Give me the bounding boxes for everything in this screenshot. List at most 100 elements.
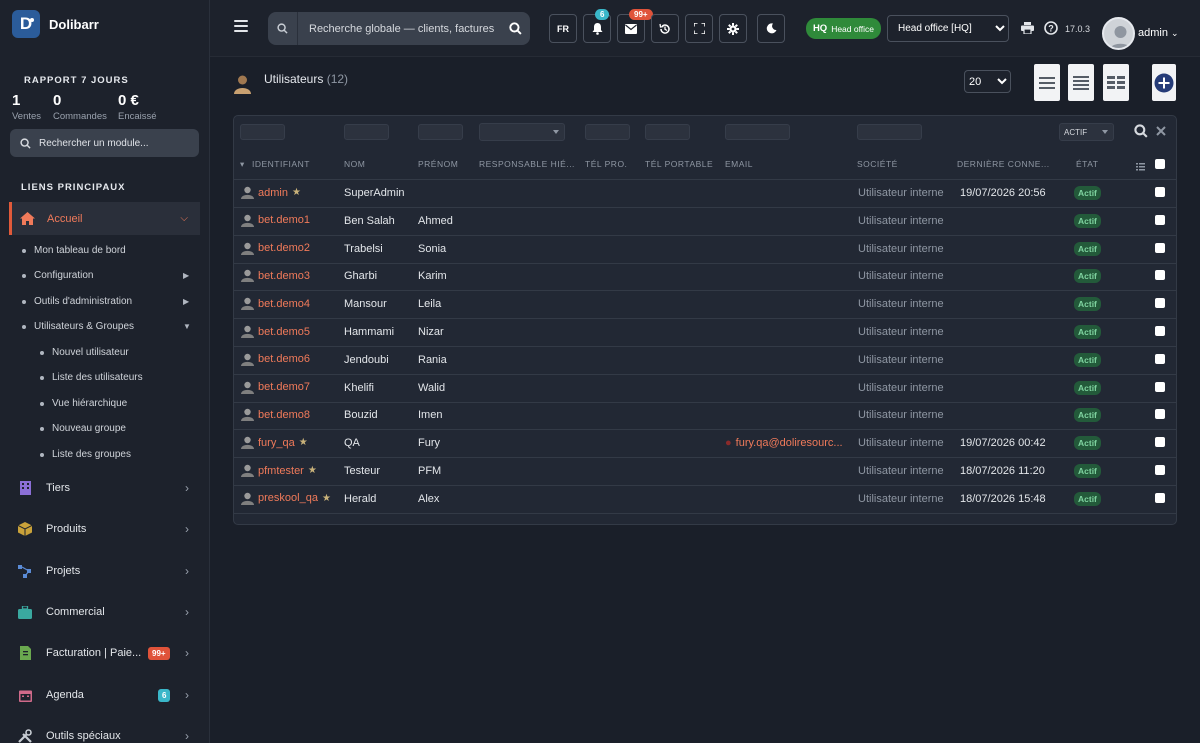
table-row[interactable]: bet.demo5 Hammami Nizar Utilisateur interne… [234, 319, 1176, 347]
th-email[interactable]: EMAIL [725, 159, 753, 169]
row-checkbox[interactable] [1155, 353, 1165, 364]
row-checkbox[interactable] [1155, 437, 1165, 448]
th-login[interactable]: IDENTIFIANT [252, 159, 310, 169]
th-prenom[interactable]: PRÉNOM [418, 159, 458, 169]
history-button[interactable] [651, 14, 679, 43]
sub-item-tableau-de-bord[interactable]: Mon tableau de bord [22, 245, 126, 256]
row-checkbox[interactable] [1155, 465, 1165, 475]
print-icon[interactable] [1021, 22, 1034, 37]
view-kanban-button[interactable] [1103, 64, 1129, 101]
user-login[interactable]: pfmtester [258, 465, 304, 477]
filter-societe[interactable] [857, 124, 922, 140]
search-submit-icon[interactable] [509, 22, 522, 38]
user-login[interactable]: bet.demo6 [258, 353, 310, 365]
user-login-link[interactable]: bet.demo3 [241, 269, 310, 283]
view-list-button[interactable] [1034, 64, 1060, 101]
messages-button[interactable]: 99+ [617, 9, 653, 43]
user-login-link[interactable]: bet.demo4 [241, 297, 310, 311]
sub-item-nouvel-utilisateur[interactable]: Nouvel utilisateur [40, 347, 129, 358]
view-hierarchy-button[interactable] [1068, 64, 1094, 101]
filter-login[interactable] [240, 124, 285, 140]
global-search-input[interactable] [309, 22, 499, 35]
filter-tel-pro[interactable] [585, 124, 630, 140]
select-all-checkbox[interactable] [1155, 159, 1165, 169]
th-tel-portable[interactable]: TÉL PORTABLE [645, 159, 713, 169]
user-login[interactable]: bet.demo7 [258, 381, 310, 393]
user-login[interactable]: admin [258, 187, 288, 199]
dark-mode-button[interactable] [757, 14, 785, 43]
th-derniere-connexion[interactable]: DERNIÈRE CONNE... [957, 159, 1050, 169]
row-checkbox[interactable] [1155, 187, 1165, 197]
filter-etat[interactable]: ACTIF [1059, 123, 1114, 141]
filter-email[interactable] [725, 124, 790, 140]
user-login[interactable]: bet.demo2 [258, 242, 310, 254]
sub-item-vue-hierarchique[interactable]: Vue hiérarchique [40, 398, 127, 409]
th-etat[interactable]: ÉTAT [1076, 159, 1098, 169]
sub-item-configuration[interactable]: Configuration [22, 270, 93, 281]
sub-item-nouveau-groupe[interactable]: Nouveau groupe [40, 423, 126, 434]
clear-filter-icon[interactable] [1156, 125, 1166, 139]
user-login-link[interactable]: bet.demo6 [241, 353, 310, 366]
sub-item-liste-groupes[interactable]: Liste des groupes [40, 449, 131, 460]
user-login-link[interactable]: fury_qa ★ [241, 436, 308, 450]
table-row[interactable]: bet.demo7 Khelifi Walid Utilisateur interne… [234, 375, 1176, 403]
menu-projets[interactable]: Projets › [18, 561, 193, 581]
user-login[interactable]: bet.demo3 [258, 270, 310, 282]
filter-prenom[interactable] [418, 124, 463, 140]
user-email-text[interactable]: fury.qa@doliresourc... [736, 437, 843, 449]
user-login[interactable]: bet.demo5 [258, 326, 310, 338]
sub-item-utilisateurs-groupes[interactable]: Utilisateurs & Groupes [22, 321, 134, 332]
table-row[interactable]: bet.demo2 Trabelsi Sonia Utilisateur intern… [234, 236, 1176, 264]
help-icon[interactable]: ? [1044, 21, 1058, 38]
th-societe[interactable]: SOCIÉTÉ [857, 159, 898, 169]
hamburger-menu-icon[interactable] [234, 20, 248, 32]
entity-badge[interactable]: HQ Head office [806, 18, 881, 39]
row-checkbox[interactable] [1155, 214, 1165, 225]
user-login[interactable]: bet.demo8 [258, 409, 310, 421]
language-button[interactable]: FR [549, 14, 577, 43]
row-checkbox[interactable] [1155, 242, 1165, 253]
fullscreen-button[interactable] [685, 14, 713, 43]
user-login[interactable]: bet.demo4 [258, 298, 310, 310]
user-login-link[interactable]: admin ★ [241, 186, 301, 199]
user-login-link[interactable]: bet.demo1 [241, 214, 310, 227]
row-checkbox[interactable] [1155, 381, 1165, 392]
filter-tel-portable[interactable] [645, 124, 690, 140]
table-row[interactable]: bet.demo6 Jendoubi Rania Utilisateur intern… [234, 347, 1176, 375]
user-email[interactable]: ● fury.qa@doliresourc... [725, 437, 843, 449]
menu-produits[interactable]: Produits › [18, 519, 193, 539]
table-row[interactable]: bet.demo1 Ben Salah Ahmed Utilisateur inter… [234, 208, 1176, 236]
module-search-input[interactable] [39, 137, 189, 149]
sub-item-outils-admin[interactable]: Outils d'administration [22, 296, 132, 307]
filter-nom[interactable] [344, 124, 389, 140]
th-responsable[interactable]: RESPONSABLE HIÉ... [479, 159, 575, 169]
global-search[interactable] [268, 12, 530, 45]
menu-commercial[interactable]: Commercial › [18, 602, 193, 622]
menu-facturation[interactable]: Facturation | Paie... 99+ › [18, 643, 193, 663]
sort-desc-icon[interactable]: ▾ [240, 159, 245, 170]
table-row[interactable]: bet.demo3 Gharbi Karim Utilisateur interne A… [234, 263, 1176, 292]
user-login-link[interactable]: bet.demo2 [241, 242, 310, 255]
entity-select[interactable]: Head office [HQ] [887, 15, 1009, 42]
row-checkbox[interactable] [1155, 409, 1165, 420]
user-login[interactable]: bet.demo1 [258, 214, 310, 226]
row-checkbox[interactable] [1155, 326, 1165, 336]
user-login[interactable]: fury_qa [258, 437, 295, 449]
user-login-link[interactable]: bet.demo8 [241, 408, 310, 422]
row-checkbox[interactable] [1155, 298, 1165, 309]
page-limit-select[interactable]: 20 [964, 70, 1011, 93]
user-login-link[interactable]: preskool_qa ★ [241, 492, 331, 505]
filter-responsable[interactable] [479, 123, 565, 141]
user-menu[interactable]: admin ⌄ [1138, 27, 1179, 39]
user-login-link[interactable]: pfmtester ★ [241, 464, 317, 477]
user-login-link[interactable]: bet.demo5 [241, 325, 310, 338]
column-select-icon[interactable] [1136, 160, 1145, 174]
avatar[interactable] [1102, 17, 1135, 50]
table-row[interactable]: bet.demo8 Bouzid Imen Utilisateur interne Ac… [234, 402, 1176, 431]
table-row[interactable]: admin ★ SuperAdmin Utilisateur interne 19/07… [234, 180, 1176, 208]
add-user-button[interactable] [1152, 64, 1176, 101]
user-login[interactable]: preskool_qa [258, 492, 318, 504]
table-row[interactable]: fury_qa ★ QA Fury ● fury.qa@doliresourc... Uti… [234, 430, 1176, 459]
th-tel-pro[interactable]: TÉL PRO. [585, 159, 627, 169]
brand[interactable]: D Dolibarr [12, 10, 99, 38]
